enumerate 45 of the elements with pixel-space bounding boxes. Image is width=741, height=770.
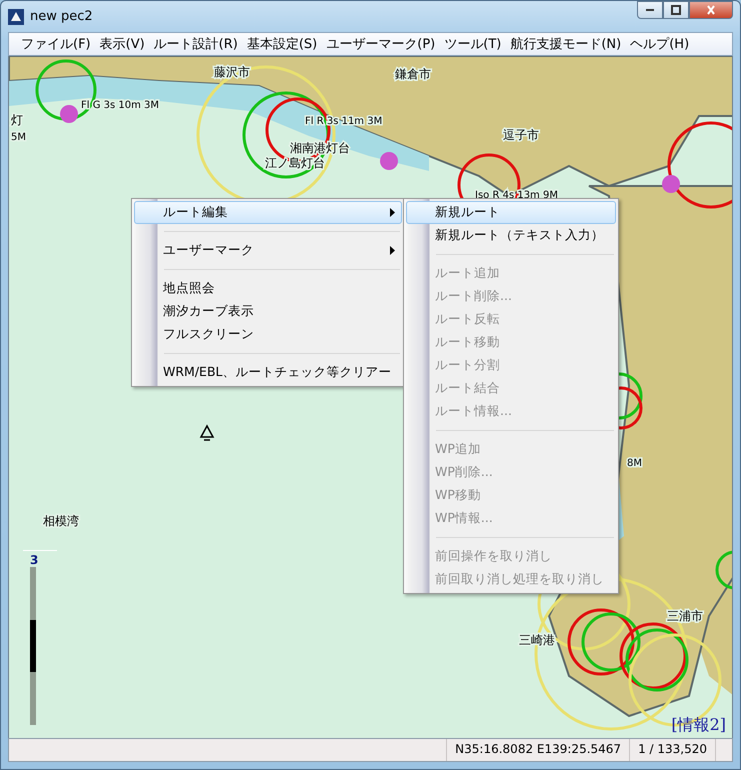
place-name: 逗子市 (503, 128, 539, 142)
light-characteristic: Iso R 4s 13m 9M (475, 190, 558, 201)
place-name: 相模湾 (43, 514, 79, 528)
place-name: 三崎港 (519, 633, 555, 647)
maximize-button[interactable] (663, 1, 689, 19)
menu-item[interactable]: 潮汐カーブ表示 (134, 300, 402, 323)
menu-item[interactable]: ヘルプ(H) (626, 33, 694, 55)
place-name: 灯 (11, 113, 23, 127)
menu-item[interactable]: 基本設定(S) (242, 33, 322, 55)
menu-item[interactable]: 航行支援モード(N) (506, 33, 626, 55)
zoom-slider-thumb[interactable] (30, 620, 36, 672)
place-name: 藤沢市 (214, 65, 250, 79)
coordinates-readout: N35:16.8082 E139:25.5467 (446, 739, 630, 761)
anchorage-symbol-icon (380, 152, 398, 170)
maximize-icon (670, 5, 682, 15)
anchorage-symbol-icon (662, 175, 680, 193)
menu-item[interactable]: フルスクリーン (134, 323, 402, 346)
anchorage-symbol-icon (60, 105, 78, 123)
menu-item[interactable]: ファイル(F) (17, 33, 95, 55)
light-characteristic: Fl G 3s 10m 3M (81, 100, 160, 111)
minimize-icon (646, 9, 654, 11)
menu-item[interactable]: ツール(T) (440, 33, 506, 55)
info-label: [情報2] (671, 715, 726, 736)
menu-item[interactable]: 表示(V) (96, 33, 149, 55)
place-name: 三浦市 (667, 609, 703, 623)
light-characteristic: 8M (627, 458, 642, 469)
menu-item[interactable]: ユーザーマーク(P) (322, 33, 440, 55)
app-icon (8, 8, 24, 24)
menu-item[interactable]: 地点照会 (134, 277, 402, 300)
light-characteristic: 5M (11, 132, 26, 143)
menu-item[interactable]: 新規ルート（テキスト入力） (406, 224, 616, 247)
menu-item[interactable]: 新規ルート (406, 201, 616, 224)
close-button[interactable] (689, 1, 733, 19)
menu-item[interactable]: ルート設計(R) (150, 33, 242, 55)
menu-item[interactable]: ユーザーマーク (134, 239, 402, 262)
zoom-slider[interactable] (30, 567, 36, 725)
window-title: new pec2 (30, 9, 93, 24)
menu-item[interactable]: ルート編集 (134, 201, 402, 224)
place-name: 鎌倉市 (395, 67, 431, 81)
scale-readout: 1 / 133,520 (629, 739, 715, 761)
zoom-level: 3 (30, 553, 38, 567)
close-icon (705, 5, 717, 15)
menu-item[interactable]: WRM/EBL、ルートチェック等クリアー (134, 361, 402, 384)
buoy-icon (200, 424, 214, 441)
minimize-button[interactable] (637, 1, 663, 19)
